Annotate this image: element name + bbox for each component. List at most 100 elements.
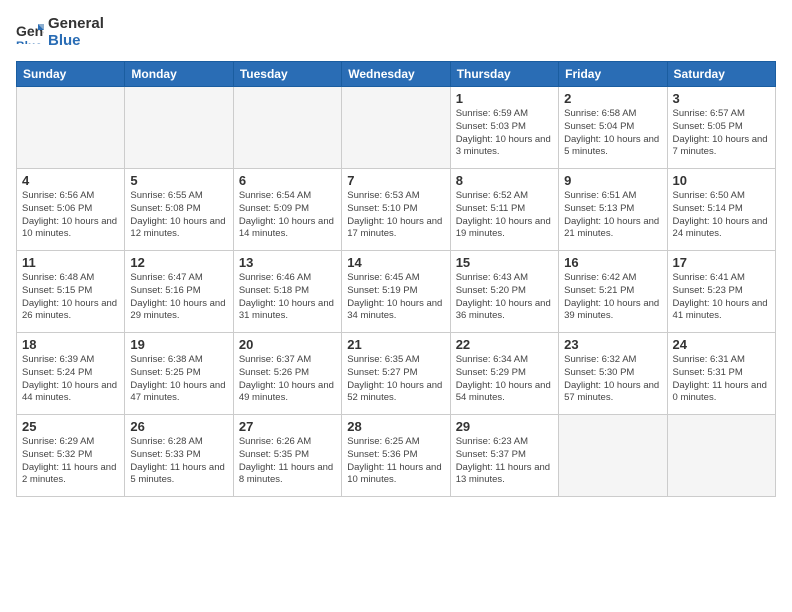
day-number: 5 bbox=[130, 173, 227, 188]
day-number: 27 bbox=[239, 419, 336, 434]
day-info: Sunrise: 6:45 AM Sunset: 5:19 PM Dayligh… bbox=[347, 272, 444, 323]
day-info: Sunrise: 6:52 AM Sunset: 5:11 PM Dayligh… bbox=[456, 190, 553, 241]
day-number: 3 bbox=[673, 91, 770, 106]
day-info: Sunrise: 6:51 AM Sunset: 5:13 PM Dayligh… bbox=[564, 190, 661, 241]
calendar-cell: 24Sunrise: 6:31 AM Sunset: 5:31 PM Dayli… bbox=[667, 333, 775, 415]
day-number: 29 bbox=[456, 419, 553, 434]
calendar-cell: 9 Sunrise: 6:51 AM Sunset: 5:13 PM Daylig… bbox=[559, 169, 667, 251]
day-number: 17 bbox=[673, 255, 770, 270]
calendar-week-row: 4 Sunrise: 6:56 AM Sunset: 5:06 PM Daylig… bbox=[17, 169, 776, 251]
day-number: 14 bbox=[347, 255, 444, 270]
calendar-cell: 28 Sunrise: 6:25 AM Sunset: 5:36 PM Dayli… bbox=[342, 415, 450, 497]
calendar-cell: 4 Sunrise: 6:56 AM Sunset: 5:06 PM Daylig… bbox=[17, 169, 125, 251]
day-info: Sunrise: 6:53 AM Sunset: 5:10 PM Dayligh… bbox=[347, 190, 444, 241]
calendar-week-row: 18 Sunrise: 6:39 AM Sunset: 5:24 PM Dayli… bbox=[17, 333, 776, 415]
calendar-cell: 5 Sunrise: 6:55 AM Sunset: 5:08 PM Daylig… bbox=[125, 169, 233, 251]
calendar-cell bbox=[342, 87, 450, 169]
calendar-cell bbox=[233, 87, 341, 169]
day-number: 4 bbox=[22, 173, 119, 188]
day-info: Sunrise: 6:48 AM Sunset: 5:15 PM Dayligh… bbox=[22, 272, 119, 323]
calendar-cell: 14 Sunrise: 6:45 AM Sunset: 5:19 PM Dayli… bbox=[342, 251, 450, 333]
logo-text: General Blue bbox=[48, 16, 104, 49]
weekday-header-wednesday: Wednesday bbox=[342, 62, 450, 87]
day-number: 22 bbox=[456, 337, 553, 352]
day-number: 16 bbox=[564, 255, 661, 270]
day-info: Sunrise: 6:39 AM Sunset: 5:24 PM Dayligh… bbox=[22, 354, 119, 405]
day-number: 2 bbox=[564, 91, 661, 106]
day-info: Sunrise: 6:57 AM Sunset: 5:05 PM Dayligh… bbox=[673, 108, 770, 159]
day-info: Sunrise: 6:56 AM Sunset: 5:06 PM Dayligh… bbox=[22, 190, 119, 241]
calendar-cell: 25 Sunrise: 6:29 AM Sunset: 5:32 PM Dayli… bbox=[17, 415, 125, 497]
calendar-cell bbox=[667, 415, 775, 497]
calendar-cell: 13Sunrise: 6:46 AM Sunset: 5:18 PM Dayli… bbox=[233, 251, 341, 333]
day-info: Sunrise: 6:35 AM Sunset: 5:27 PM Dayligh… bbox=[347, 354, 444, 405]
calendar-cell: 18 Sunrise: 6:39 AM Sunset: 5:24 PM Dayli… bbox=[17, 333, 125, 415]
calendar-cell: 19 Sunrise: 6:38 AM Sunset: 5:25 PM Dayli… bbox=[125, 333, 233, 415]
day-number: 15 bbox=[456, 255, 553, 270]
calendar-cell: 21 Sunrise: 6:35 AM Sunset: 5:27 PM Dayli… bbox=[342, 333, 450, 415]
calendar-cell: 2 Sunrise: 6:58 AM Sunset: 5:04 PM Daylig… bbox=[559, 87, 667, 169]
calendar-cell: 16 Sunrise: 6:42 AM Sunset: 5:21 PM Dayli… bbox=[559, 251, 667, 333]
calendar-cell: 17 Sunrise: 6:41 AM Sunset: 5:23 PM Dayli… bbox=[667, 251, 775, 333]
calendar-cell: 22 Sunrise: 6:34 AM Sunset: 5:29 PM Dayli… bbox=[450, 333, 558, 415]
weekday-header-thursday: Thursday bbox=[450, 62, 558, 87]
day-info: Sunrise: 6:32 AM Sunset: 5:30 PM Dayligh… bbox=[564, 354, 661, 405]
day-number: 11 bbox=[22, 255, 119, 270]
weekday-header-friday: Friday bbox=[559, 62, 667, 87]
calendar-cell bbox=[559, 415, 667, 497]
day-info: Sunrise: 6:23 AM Sunset: 5:37 PM Dayligh… bbox=[456, 436, 553, 487]
day-number: 19 bbox=[130, 337, 227, 352]
calendar-week-row: 25 Sunrise: 6:29 AM Sunset: 5:32 PM Dayli… bbox=[17, 415, 776, 497]
day-number: 24 bbox=[673, 337, 770, 352]
calendar-week-row: 1 Sunrise: 6:59 AM Sunset: 5:03 PM Daylig… bbox=[17, 87, 776, 169]
day-number: 7 bbox=[347, 173, 444, 188]
day-info: Sunrise: 6:59 AM Sunset: 5:03 PM Dayligh… bbox=[456, 108, 553, 159]
day-info: Sunrise: 6:46 AM Sunset: 5:18 PM Dayligh… bbox=[239, 272, 336, 323]
weekday-header-saturday: Saturday bbox=[667, 62, 775, 87]
calendar-week-row: 11 Sunrise: 6:48 AM Sunset: 5:15 PM Dayli… bbox=[17, 251, 776, 333]
day-number: 6 bbox=[239, 173, 336, 188]
calendar-cell: 23 Sunrise: 6:32 AM Sunset: 5:30 PM Dayli… bbox=[559, 333, 667, 415]
logo: General Blue General Blue bbox=[16, 16, 104, 49]
day-info: Sunrise: 6:41 AM Sunset: 5:23 PM Dayligh… bbox=[673, 272, 770, 323]
day-number: 18 bbox=[22, 337, 119, 352]
day-number: 10 bbox=[673, 173, 770, 188]
logo-icon: General Blue bbox=[16, 22, 44, 44]
day-number: 20 bbox=[239, 337, 336, 352]
calendar-cell: 8 Sunrise: 6:52 AM Sunset: 5:11 PM Daylig… bbox=[450, 169, 558, 251]
page-container: General Blue General Blue SundayMondayTu… bbox=[0, 0, 792, 509]
day-number: 25 bbox=[22, 419, 119, 434]
day-number: 26 bbox=[130, 419, 227, 434]
calendar-cell: 26 Sunrise: 6:28 AM Sunset: 5:33 PM Dayli… bbox=[125, 415, 233, 497]
day-number: 9 bbox=[564, 173, 661, 188]
day-info: Sunrise: 6:58 AM Sunset: 5:04 PM Dayligh… bbox=[564, 108, 661, 159]
svg-text:Blue: Blue bbox=[16, 39, 42, 44]
day-info: Sunrise: 6:38 AM Sunset: 5:25 PM Dayligh… bbox=[130, 354, 227, 405]
calendar-table: SundayMondayTuesdayWednesdayThursdayFrid… bbox=[16, 61, 776, 497]
day-info: Sunrise: 6:28 AM Sunset: 5:33 PM Dayligh… bbox=[130, 436, 227, 487]
calendar-cell: 11 Sunrise: 6:48 AM Sunset: 5:15 PM Dayli… bbox=[17, 251, 125, 333]
page-header: General Blue General Blue bbox=[16, 16, 776, 49]
day-info: Sunrise: 6:47 AM Sunset: 5:16 PM Dayligh… bbox=[130, 272, 227, 323]
calendar-cell: 12Sunrise: 6:47 AM Sunset: 5:16 PM Dayli… bbox=[125, 251, 233, 333]
day-info: Sunrise: 6:42 AM Sunset: 5:21 PM Dayligh… bbox=[564, 272, 661, 323]
calendar-header-row: SundayMondayTuesdayWednesdayThursdayFrid… bbox=[17, 62, 776, 87]
day-number: 28 bbox=[347, 419, 444, 434]
day-number: 23 bbox=[564, 337, 661, 352]
calendar-cell bbox=[17, 87, 125, 169]
calendar-cell: 27 Sunrise: 6:26 AM Sunset: 5:35 PM Dayli… bbox=[233, 415, 341, 497]
day-info: Sunrise: 6:54 AM Sunset: 5:09 PM Dayligh… bbox=[239, 190, 336, 241]
day-number: 1 bbox=[456, 91, 553, 106]
day-info: Sunrise: 6:26 AM Sunset: 5:35 PM Dayligh… bbox=[239, 436, 336, 487]
calendar-cell: 29 Sunrise: 6:23 AM Sunset: 5:37 PM Dayli… bbox=[450, 415, 558, 497]
day-info: Sunrise: 6:34 AM Sunset: 5:29 PM Dayligh… bbox=[456, 354, 553, 405]
day-number: 21 bbox=[347, 337, 444, 352]
calendar-cell: 3 Sunrise: 6:57 AM Sunset: 5:05 PM Daylig… bbox=[667, 87, 775, 169]
day-number: 8 bbox=[456, 173, 553, 188]
day-info: Sunrise: 6:55 AM Sunset: 5:08 PM Dayligh… bbox=[130, 190, 227, 241]
day-info: Sunrise: 6:25 AM Sunset: 5:36 PM Dayligh… bbox=[347, 436, 444, 487]
calendar-cell: 7 Sunrise: 6:53 AM Sunset: 5:10 PM Daylig… bbox=[342, 169, 450, 251]
calendar-cell: 1 Sunrise: 6:59 AM Sunset: 5:03 PM Daylig… bbox=[450, 87, 558, 169]
day-info: Sunrise: 6:29 AM Sunset: 5:32 PM Dayligh… bbox=[22, 436, 119, 487]
weekday-header-monday: Monday bbox=[125, 62, 233, 87]
